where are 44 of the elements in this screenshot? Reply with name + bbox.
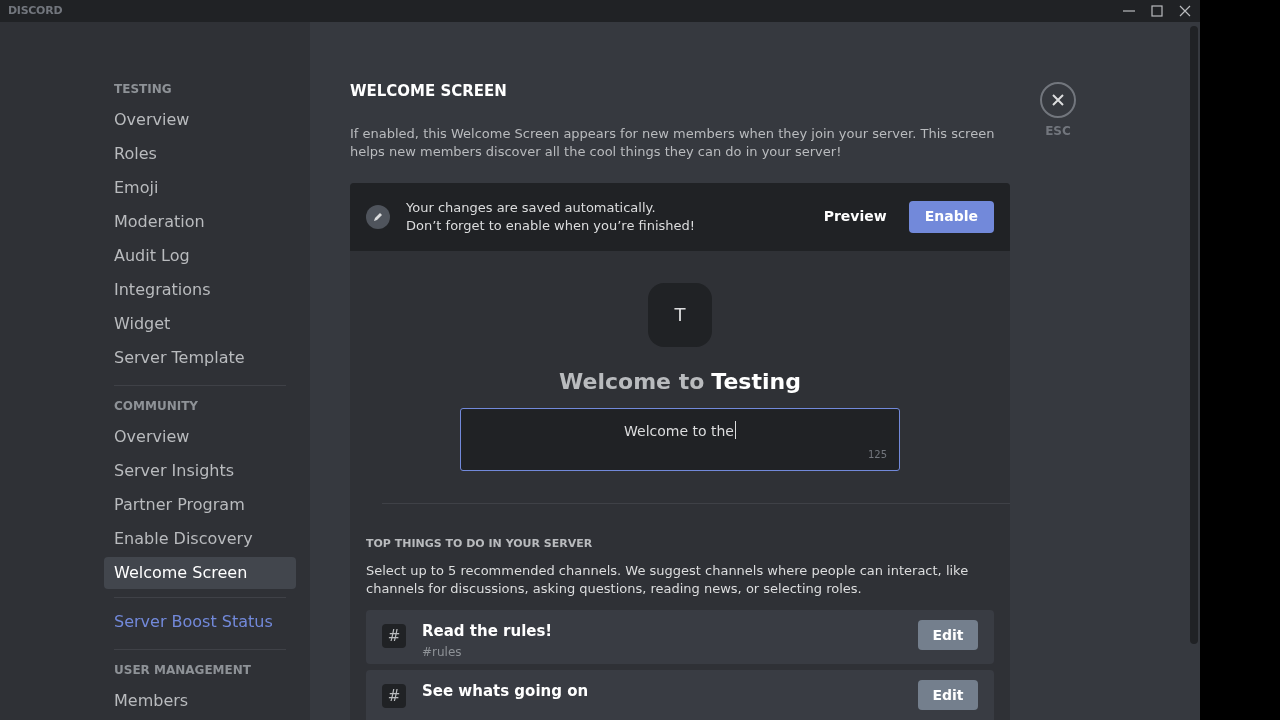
section-header: TESTING xyxy=(113,81,173,98)
sidebar-item[interactable]: Server Insights xyxy=(104,455,296,487)
sidebar-item[interactable]: Partner Program xyxy=(104,489,296,521)
sidebar-item[interactable]: Emoji xyxy=(104,172,296,204)
server-icon: T xyxy=(648,282,712,347)
section-heading: TOP THINGS TO DO IN YOUR SERVER xyxy=(366,535,594,552)
description-field[interactable]: Welcome to the 125 xyxy=(460,407,900,471)
esc-label: ESC xyxy=(1045,123,1071,140)
close-icon xyxy=(1051,93,1065,107)
sidebar-item[interactable]: Members xyxy=(104,685,296,717)
preview-button[interactable]: Preview xyxy=(811,200,899,233)
channel-title: See whats going on xyxy=(422,681,590,702)
sidebar-item[interactable]: Enable Discovery xyxy=(104,523,296,555)
sidebar-item[interactable]: Overview xyxy=(104,104,296,136)
char-count: 125 xyxy=(867,447,887,462)
edit-button[interactable]: Edit xyxy=(918,620,978,650)
pencil-icon xyxy=(366,204,390,229)
sidebar-item[interactable]: Widget xyxy=(104,308,296,340)
sidebar-item[interactable]: Roles xyxy=(104,138,296,170)
channel-icon: # xyxy=(382,684,406,708)
notice-text: Don’t forget to enable when you’re finished! xyxy=(406,216,697,235)
edit-button[interactable]: Edit xyxy=(918,680,978,710)
sidebar-item[interactable]: Welcome Screen xyxy=(104,557,296,589)
sidebar-item[interactable]: Moderation xyxy=(104,206,296,238)
section-description: Select up to 5 recommended channels. We suggest channels where people can interact, like channels for discussions, asking questions, reading news, or selecting roles. xyxy=(366,562,970,598)
sidebar-link[interactable]: Server Boost Status xyxy=(104,606,296,638)
close-button[interactable] xyxy=(1040,82,1076,118)
page-title: WELCOME SCREEN xyxy=(350,81,508,102)
sidebar-item[interactable]: Overview xyxy=(104,421,296,453)
channel-name: #rules xyxy=(422,643,463,661)
section-header: COMMUNITY xyxy=(113,398,200,415)
sidebar-item[interactable]: Server Template xyxy=(104,342,296,374)
sidebar-item[interactable]: Audit Log xyxy=(104,240,296,272)
welcome-prefix: Welcome to xyxy=(559,367,705,396)
channel-title: Read the rules! xyxy=(422,621,554,642)
scrollbar[interactable] xyxy=(1190,26,1198,644)
section-header: USER MANAGEMENT xyxy=(113,662,252,679)
server-name: Testing xyxy=(711,367,801,396)
maximize-icon[interactable] xyxy=(1148,2,1166,20)
page-description: If enabled, this Welcome Screen appears for new members when they join your server. This screen helps new members discover all the cool things they can do in your server! xyxy=(350,124,996,161)
channel-icon: # xyxy=(382,624,406,648)
sidebar-item[interactable]: Integrations xyxy=(104,274,296,306)
window-title: DISCORD xyxy=(8,2,63,19)
notice-text: Your changes are saved automatically. xyxy=(406,198,657,217)
